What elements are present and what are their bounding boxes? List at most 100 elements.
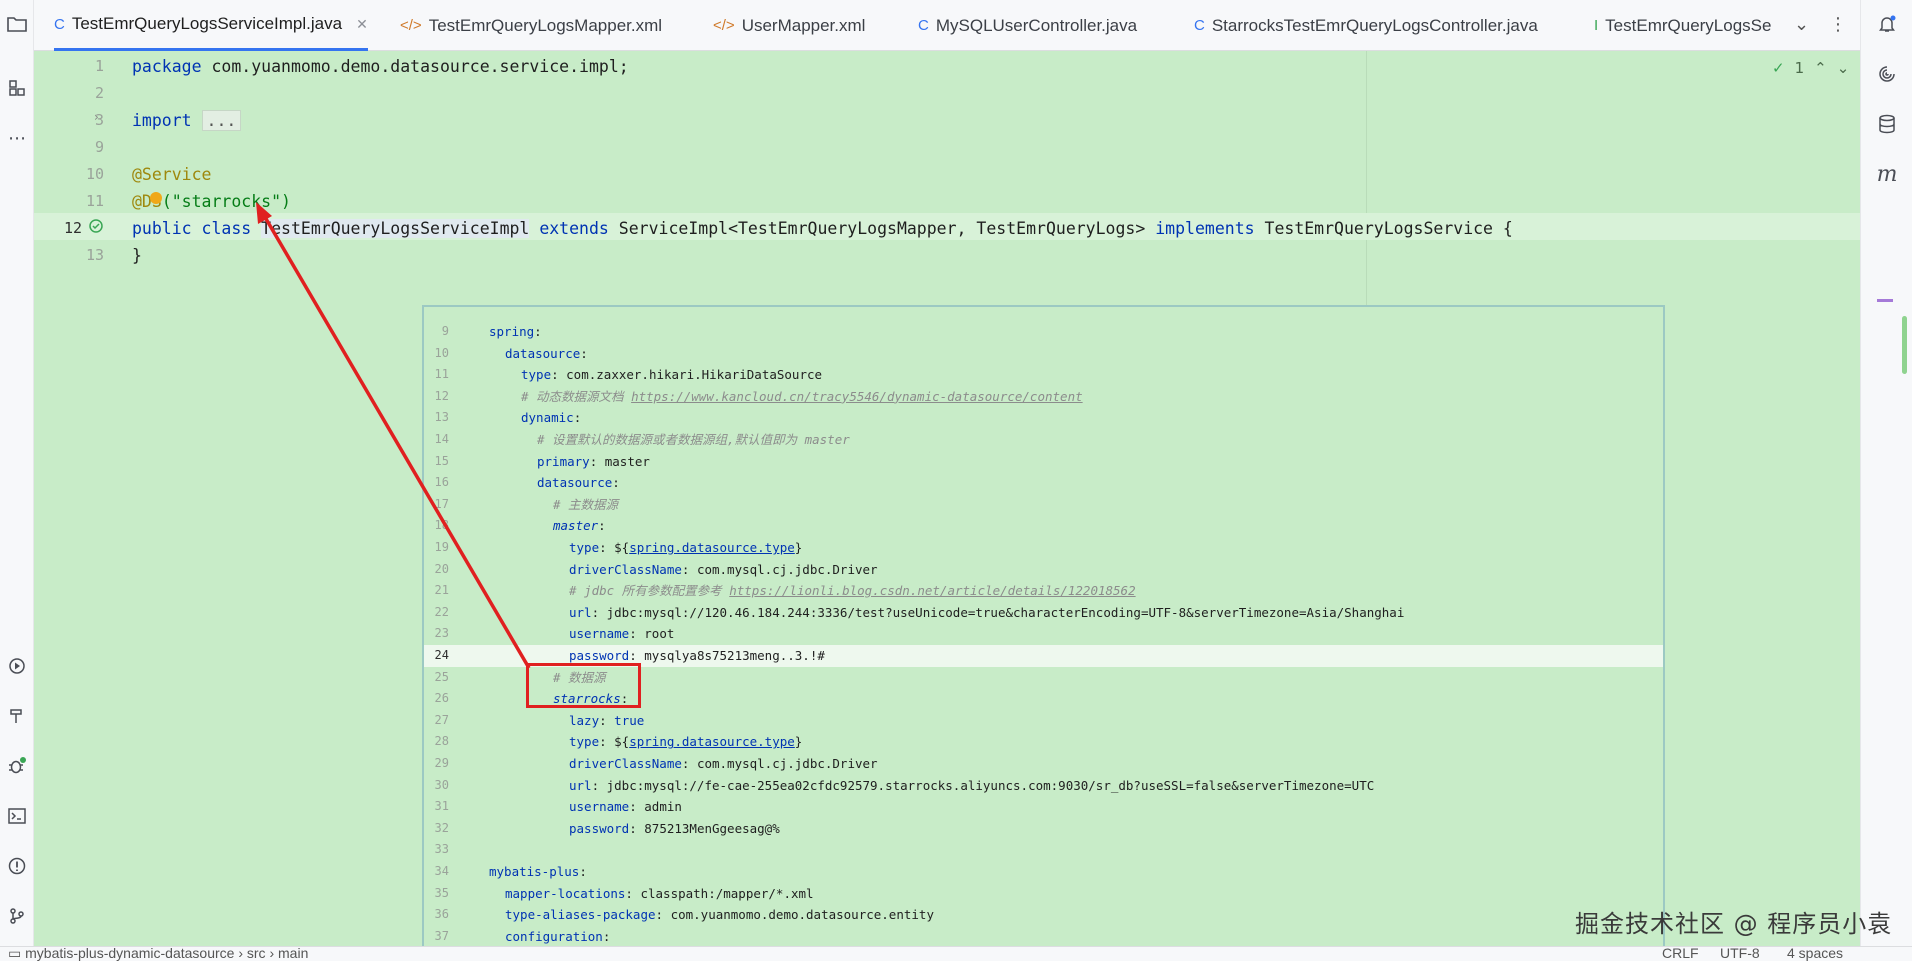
yaml-line: 18 master: [424,515,1663,537]
yaml-value: : classpath:/mapper/*.xml [625,885,814,901]
yaml-value: : [573,410,582,426]
yaml-value: : [534,324,542,339]
database-icon[interactable] [1875,112,1899,136]
scrollbar-marker [1877,299,1893,302]
tab-starrockstestemrquerylogscontroller[interactable]: C StarrocksTestEmrQueryLogsController.ja… [1194,0,1538,51]
line-number: 10 [85,165,104,183]
problems-icon[interactable] [5,854,29,878]
yaml-line: 19 type: ${spring.datasource.type} [424,537,1663,559]
yaml-value: : [579,864,587,879]
yaml-code: mybatis-plus: [489,861,587,883]
folded-imports[interactable]: ... [201,110,242,131]
yaml-line-number: 20 [434,561,449,576]
yaml-line-number: 16 [434,475,449,490]
yaml-value: } [794,540,803,555]
yaml-line: 33 [424,839,1663,861]
fold-chevron-icon[interactable]: › [94,110,99,124]
ai-assistant-icon[interactable] [1875,62,1899,86]
yaml-line: 35 mapper-locations: classpath:/mapper/*.… [424,883,1663,905]
yaml-line-number: 35 [434,885,449,900]
git-branch-icon[interactable] [5,904,29,928]
breadcrumb-item[interactable]: main [278,947,308,961]
yaml-value: : ${ [599,540,630,555]
tab-testemrquerylogsservice[interactable]: I TestEmrQueryLogsSe [1594,0,1794,51]
yaml-line: 32 password: 875213MenGgeesag@% [424,818,1663,840]
left-tool-strip: ⋯ [0,0,34,961]
tab-testemrquerylogsmapper[interactable]: </> TestEmrQueryLogsMapper.xml [400,0,662,51]
run-services-icon[interactable] [5,654,29,678]
yaml-key: lazy [569,712,600,728]
yaml-comment: # 动态数据源文档 [521,388,632,404]
terminal-icon[interactable] [5,804,29,828]
yaml-line: 9 spring: [424,321,1663,343]
breadcrumb-item[interactable]: mybatis-plus-dynamic-datasource [25,947,234,961]
line-separator[interactable]: CRLF [1662,947,1699,961]
yaml-code: datasource: [537,472,620,494]
yaml-comment: # 主数据源 [553,496,619,512]
yaml-key: spring [489,324,535,339]
debug-bug-icon[interactable] [5,754,29,778]
yaml-key: type [569,540,600,555]
yaml-line: 21 # jdbc 所有参数配置参考 https://lionli.blog.cs… [424,580,1663,602]
inspection-widget[interactable]: ✓ 1 ⌃ ⌄ [1772,56,1860,80]
yaml-code: type-aliases-package: com.yuanmomo.demo.… [505,904,934,926]
xml-icon: </> [713,17,735,34]
yaml-line-number: 26 [434,691,449,706]
file-encoding[interactable]: UTF-8 [1720,947,1760,961]
chevron-down-icon[interactable]: ⌄ [1794,14,1809,35]
yaml-code: mapper-locations: classpath:/mapper/*.xm… [505,883,814,905]
yaml-key: type [569,734,600,750]
build-hammer-icon[interactable] [5,704,29,728]
chevron-up-icon[interactable]: ⌃ [1814,59,1827,77]
editor-scrollbar-thumb[interactable] [1902,316,1907,374]
yaml-line: 17 # 主数据源 [424,494,1663,516]
yaml-key: type [521,367,552,383]
tab-mysqlusercontroller[interactable]: C MySQLUserController.java [918,0,1137,51]
yaml-config-snippet: 9 spring: 10 datasource: 11 type: com.zaxxer.… [422,305,1665,961]
chevron-down-icon[interactable]: ⌄ [1837,59,1850,77]
yaml-line: 22 url: jdbc:mysql://120.46.184.244:3336/… [424,602,1663,624]
intention-bulb-icon[interactable] [150,192,162,204]
yaml-key: driverClassName [569,756,682,771]
project-folder-icon[interactable] [5,12,29,36]
yaml-line: 10 datasource: [424,343,1663,365]
yaml-value: : jdbc:mysql://fe-cae-255ea02cfdc92579.s… [591,777,1375,793]
more-options-icon[interactable]: ⋮ [1829,14,1847,35]
yaml-line-number: 14 [434,432,449,446]
yaml-code: # 主数据源 [553,494,618,516]
yaml-code: primary: master [537,451,650,473]
interface-icon: I [1594,17,1599,34]
yaml-key: dynamic [521,410,574,426]
notifications-bell-icon[interactable] [1875,12,1899,36]
yaml-code: url: jdbc:mysql://fe-cae-255ea02cfdc9257… [569,775,1374,797]
maven-icon[interactable]: m [1875,162,1899,187]
implementation-gutter-icon[interactable] [88,218,106,240]
yaml-line-number: 29 [434,756,449,770]
structure-icon[interactable] [5,76,29,100]
class-icon: C [54,15,65,33]
code-line-package: package com.yuanmomo.demo.datasource.ser… [132,57,629,76]
yaml-value: : com.zaxxer.hikari.HikariDataSource [551,367,823,383]
yaml-line: 20 driverClassName: com.mysql.cj.jdbc.Dri… [424,559,1663,581]
indent-setting[interactable]: 4 spaces [1787,947,1843,961]
yaml-code: username: admin [569,796,682,818]
line-number: 13 [85,246,104,264]
yaml-code: driverClassName: com.mysql.cj.jdbc.Drive… [569,559,878,581]
tab-testemrquerylogsserviceimpl[interactable]: C TestEmrQueryLogsServiceImpl.java ✕ [54,0,368,51]
yaml-line: 37 configuration: [424,926,1663,948]
tab-usermapper[interactable]: </> UserMapper.xml [713,0,865,51]
yaml-line-number: 37 [434,928,449,943]
more-tools-icon[interactable]: ⋯ [5,126,29,150]
yaml-code: url: jdbc:mysql://120.46.184.244:3336/te… [569,602,1404,624]
yaml-line-number: 28 [434,734,449,749]
breadcrumb-item[interactable]: src [247,947,266,961]
yaml-line: 34 mybatis-plus: [424,861,1663,883]
yaml-code: spring: [489,321,542,343]
yaml-reference: spring.datasource.type [629,734,795,750]
module-icon: ▭ [8,946,22,961]
yaml-code: type: ${spring.datasource.type} [569,537,802,559]
yaml-line-number: 15 [434,453,449,468]
close-icon[interactable]: ✕ [356,16,368,33]
yaml-code: username: root [569,623,674,645]
yaml-key: password [569,648,630,663]
